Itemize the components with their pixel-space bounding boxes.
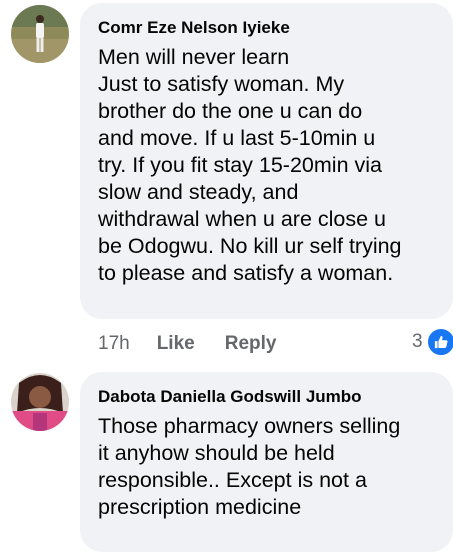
comment-author[interactable]: Dabota Daniella Godswill Jumbo xyxy=(98,386,453,408)
comment-actions: 17h Like Reply xyxy=(98,331,276,357)
comment-text: Men will never learn Just to satisfy wom… xyxy=(98,45,402,285)
like-icon xyxy=(425,327,453,357)
comment-author[interactable]: Comr Eze Nelson Iyieke xyxy=(98,17,453,39)
reply-button[interactable]: Reply xyxy=(225,333,277,355)
avatar[interactable] xyxy=(11,5,69,63)
comment-bubble: Comr Eze Nelson Iyieke Men will never le… xyxy=(80,3,453,319)
comment-text: Those pharmacy owners selling it anyhow … xyxy=(98,414,401,519)
reaction-summary[interactable]: 3 xyxy=(412,327,453,357)
reaction-count: 3 xyxy=(412,331,423,352)
like-button[interactable]: Like xyxy=(157,333,195,355)
profile-photo xyxy=(11,373,69,431)
avatar[interactable] xyxy=(11,373,69,431)
comment-timestamp[interactable]: 17h xyxy=(98,333,130,355)
profile-photo xyxy=(11,5,69,63)
comment-bubble: Dabota Daniella Godswill Jumbo Those pha… xyxy=(80,372,453,552)
